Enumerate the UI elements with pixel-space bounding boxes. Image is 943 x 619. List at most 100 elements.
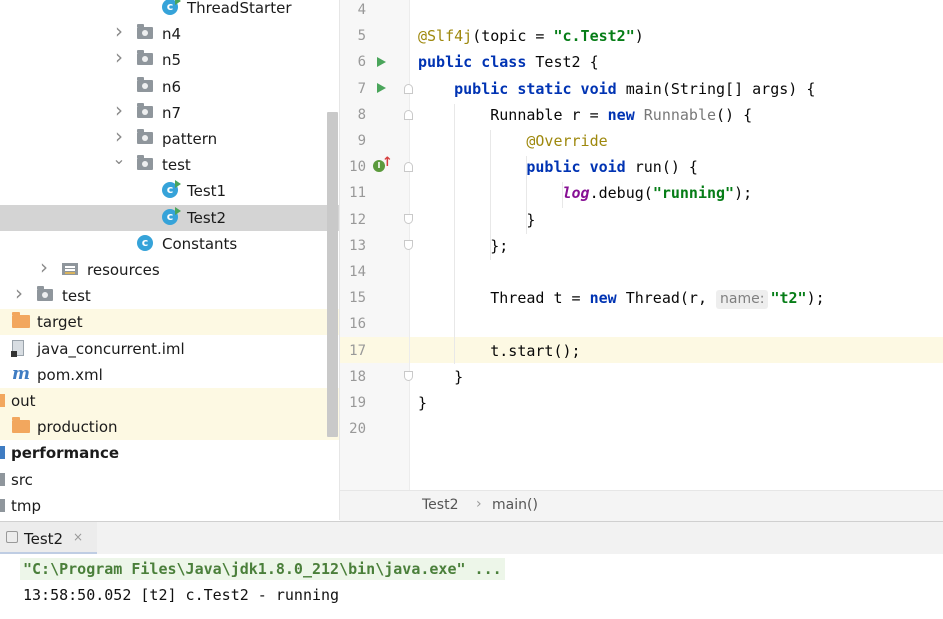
code-line[interactable]: @Override (418, 128, 608, 154)
line-number: 14 (349, 264, 366, 280)
chevron-down-icon[interactable]: ⌄ (112, 151, 126, 167)
tree-item-label: out (11, 392, 36, 410)
package-folder-icon (137, 24, 153, 41)
tree-item-n6[interactable]: n6 (0, 74, 339, 100)
tree-item-label: tmp (11, 496, 42, 515)
code-line[interactable]: public static void main(String[] args) { (418, 76, 815, 102)
breadcrumb-method[interactable]: main() (492, 497, 538, 513)
package-folder-icon (137, 76, 153, 94)
code-token: "t2" (770, 289, 807, 308)
tree-item-production[interactable]: production (0, 414, 339, 441)
tree-item-label: resources (87, 261, 160, 279)
breadcrumb-class[interactable]: Test2 (422, 497, 458, 513)
code-token: Runnable r = (418, 105, 608, 124)
tree-item-label: pom.xml (37, 365, 103, 384)
parameter-hint: name: (716, 290, 769, 310)
code-token: () { (716, 105, 753, 124)
tree-item-resources[interactable]: › resources (0, 257, 339, 283)
tree-item-label: n5 (162, 51, 182, 70)
code-token: @Slf4j (418, 27, 473, 46)
code-token: (topic = (472, 27, 554, 46)
tree-item-label: test (62, 287, 91, 306)
code-line[interactable]: t.start(); (418, 338, 580, 364)
tree-item-java-concurrent-iml[interactable]: java_concurrent.iml (0, 336, 339, 362)
tree-item-test2[interactable]: c Test2 (0, 204, 339, 231)
fold-marker-icon[interactable] (404, 214, 413, 224)
package-folder-icon (137, 50, 153, 67)
tree-item-label: production (37, 418, 118, 437)
code-line[interactable]: public void run() { (418, 154, 698, 180)
fold-marker-icon[interactable] (404, 110, 413, 120)
tree-item-tmp[interactable]: tmp (0, 493, 339, 519)
code-line[interactable]: } (418, 390, 427, 416)
code-line[interactable]: @Slf4j(topic = "c.Test2") (418, 23, 644, 49)
folder-icon (37, 286, 53, 303)
project-tree-scrollbar[interactable] (327, 112, 338, 437)
code-line[interactable]: Runnable r = new Runnable() { (418, 102, 752, 128)
tree-item-n7[interactable]: › n7 (0, 100, 339, 126)
line-number: 20 (349, 421, 366, 438)
line-number: 16 (349, 316, 366, 333)
run-main-gutter-icon[interactable] (377, 83, 386, 93)
code-token: } (418, 367, 464, 386)
code-token: ); (734, 184, 753, 203)
tree-item-label: java_concurrent.iml (37, 339, 185, 358)
chevron-right-icon[interactable]: › (112, 47, 126, 67)
fold-marker-icon[interactable] (404, 240, 413, 250)
chevron-right-icon[interactable]: › (112, 100, 126, 120)
code-token: @Override (526, 132, 608, 150)
tree-item-n5[interactable]: › n5 (0, 47, 339, 73)
package-folder-icon (137, 155, 153, 172)
code-line[interactable]: log.debug("running"); (418, 180, 753, 206)
run-class-gutter-icon[interactable] (377, 57, 386, 67)
tree-item-test[interactable]: › test (0, 283, 339, 309)
fold-marker-icon[interactable] (404, 162, 413, 172)
line-number: 10 (349, 159, 366, 176)
tree-item-label: Constants (162, 234, 238, 253)
package-folder-icon (137, 102, 153, 120)
tree-item-target[interactable]: target (0, 309, 339, 336)
tree-item-threadstarter[interactable]: c ThreadStarter (0, 0, 339, 21)
code-line[interactable]: }; (418, 233, 508, 259)
console-tab-icon (6, 531, 18, 543)
code-token: run() { (634, 158, 698, 177)
console-output-line: 13:58:50.052 [t2] c.Test2 - running (23, 586, 340, 604)
tree-item-out[interactable]: out (0, 388, 339, 414)
excluded-folder-icon (12, 312, 30, 329)
tree-item-n4[interactable]: › n4 (0, 21, 339, 47)
code-line[interactable]: } (418, 364, 463, 390)
console-command-line[interactable]: "C:\Program Files\Java\jdk1.8.0_212\bin\… (20, 558, 505, 580)
run-console[interactable]: "C:\Program Files\Java\jdk1.8.0_212\bin\… (0, 554, 943, 619)
code-token: .debug( (589, 184, 653, 203)
line-number: 17 (349, 342, 366, 359)
close-icon[interactable]: × (73, 530, 83, 544)
override-arrow-icon[interactable]: ↑ (382, 156, 393, 170)
chevron-right-icon[interactable]: › (112, 126, 126, 146)
tree-item-pattern[interactable]: › pattern (0, 126, 339, 152)
code-editor[interactable]: I ↑ 4 5 6 7 8 9 10 11 12 13 14 15 16 17 18 19 20 @Slf4j(t… (340, 0, 943, 490)
code-line[interactable]: } (418, 207, 535, 233)
project-tree[interactable]: c ThreadStarter › n4 › n5 n6 › n7 › pattern ⌄ test c T… (0, 0, 339, 520)
chevron-right-icon[interactable]: › (37, 257, 51, 277)
tree-item-src[interactable]: src (0, 467, 339, 493)
chevron-right-icon[interactable]: › (112, 21, 126, 41)
tree-item-test[interactable]: ⌄ test (0, 151, 339, 178)
code-token: log (562, 184, 590, 203)
code-line[interactable]: Thread t = new Thread(r, name: "t2"); (418, 285, 825, 311)
tree-item-performance[interactable]: performance (0, 440, 339, 466)
tree-item-test1[interactable]: c Test1 (0, 178, 339, 204)
excluded-folder-icon (12, 417, 30, 434)
tree-item-pom-xml[interactable]: m pom.xml (0, 362, 339, 388)
tree-item-constants[interactable]: c Constants (0, 231, 339, 257)
line-number: 15 (349, 290, 366, 307)
code-token: public class (418, 53, 536, 72)
fold-marker-icon[interactable] (404, 84, 413, 94)
module-icon (0, 446, 5, 460)
code-token: } (418, 394, 428, 412)
fold-marker-icon[interactable] (404, 371, 413, 381)
code-line[interactable]: public class Test2 { (418, 49, 599, 75)
line-number: 4 (357, 2, 366, 18)
chevron-right-icon[interactable]: › (12, 283, 26, 303)
run-tab-test2[interactable]: Test2 × (0, 522, 97, 555)
